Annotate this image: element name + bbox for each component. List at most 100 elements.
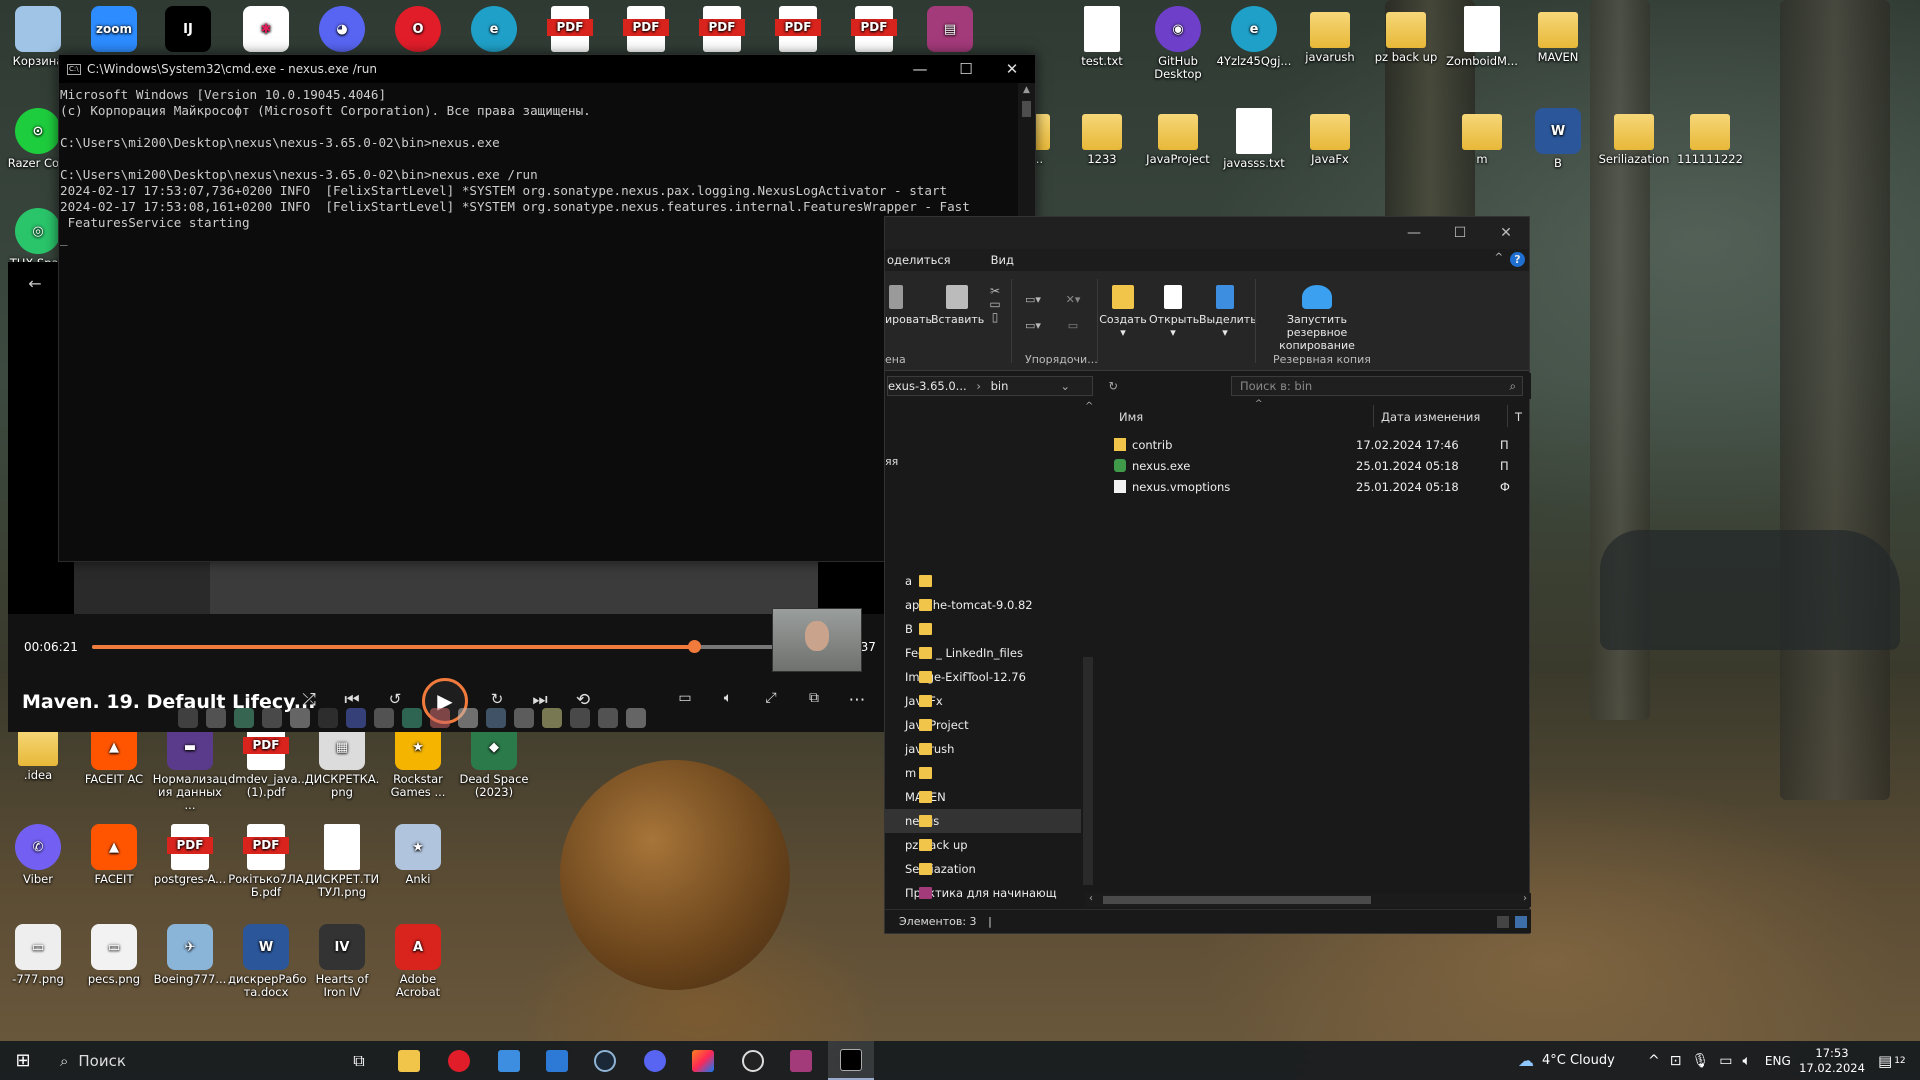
nav-item[interactable]: MAVEN bbox=[885, 785, 1081, 809]
desktop-icon[interactable]: JavaProject bbox=[1140, 104, 1216, 166]
copy-button[interactable]: ировать bbox=[885, 285, 932, 326]
back-arrow-icon[interactable]: ← bbox=[22, 274, 48, 293]
refresh-icon[interactable]: ↻ bbox=[1108, 377, 1118, 395]
desktop-icon[interactable]: A Adobe Acrobat bbox=[380, 920, 456, 999]
desktop-icon[interactable]: test.txt bbox=[1064, 2, 1140, 68]
taskbar-intellij[interactable] bbox=[680, 1041, 726, 1080]
close-icon[interactable]: ✕ bbox=[989, 60, 1035, 78]
close-icon[interactable]: ✕ bbox=[1483, 217, 1529, 249]
desktop-icon[interactable]: ДИСКРЕТ.ТИ ТУЛ.png bbox=[304, 820, 380, 899]
nav-item[interactable]: pz back up bbox=[885, 833, 1081, 857]
nav-item[interactable]: JavaFx bbox=[885, 689, 1081, 713]
fullscreen-icon[interactable]: ⤢ bbox=[758, 690, 784, 706]
scroll-right-icon[interactable]: › bbox=[1523, 893, 1527, 904]
taskbar-explorer[interactable] bbox=[386, 1041, 432, 1080]
help-icon[interactable]: ? bbox=[1510, 252, 1525, 267]
speaker-icon[interactable]: 🔈︎ bbox=[1742, 1053, 1750, 1069]
desktop-icon[interactable]: ▬ Нормализац ия данных ... bbox=[152, 720, 228, 812]
hscroll-thumb[interactable] bbox=[1103, 896, 1371, 904]
file-row[interactable]: nexus.exe 25.01.2024 05:18 П bbox=[1114, 456, 1509, 476]
weather-widget[interactable]: ☁ 4°C Cloudy bbox=[1518, 1041, 1615, 1080]
desktop-icon[interactable]: javarush bbox=[1292, 2, 1368, 64]
desktop-icon[interactable]: Рокітько7ЛА Б.pdf bbox=[228, 820, 304, 899]
paste-button[interactable]: Вставить bbox=[931, 285, 984, 326]
details-view-icon[interactable] bbox=[1497, 916, 1509, 928]
desktop-icon[interactable]: IJ bbox=[150, 2, 226, 55]
nav-item[interactable]: Практика для начинающ bbox=[885, 881, 1081, 905]
more-icon[interactable]: ⋯ bbox=[844, 690, 870, 710]
start-button[interactable]: ⊞ bbox=[0, 1041, 46, 1080]
desktop-icon[interactable]: ◕ bbox=[304, 2, 380, 55]
taskbar-opera[interactable] bbox=[436, 1041, 482, 1080]
delete-icon[interactable]: ✕▾ ▭ bbox=[1055, 293, 1091, 332]
desktop-icon[interactable]: ◉ GitHub Desktop bbox=[1140, 2, 1216, 81]
desktop-icon[interactable]: e bbox=[456, 2, 532, 55]
desktop-icon[interactable] bbox=[608, 2, 684, 55]
desktop-icon[interactable]: ▲ FACEIT bbox=[76, 820, 152, 886]
desktop-icon[interactable]: ▤ bbox=[912, 2, 988, 55]
desktop-icon[interactable]: O bbox=[380, 2, 456, 55]
desktop-icon[interactable]: pz back up bbox=[1368, 2, 1444, 64]
file-row[interactable]: contrib 17.02.2024 17:46 П bbox=[1114, 435, 1509, 455]
seek-handle[interactable] bbox=[688, 640, 702, 653]
search-input[interactable]: Поиск в: bin ⌕ bbox=[1231, 376, 1523, 396]
desktop-icon[interactable]: Seriliazation bbox=[1596, 104, 1672, 166]
scroll-up-icon[interactable]: ▲ bbox=[1018, 85, 1035, 95]
desktop-icon[interactable]: postgres-A... bbox=[152, 820, 228, 886]
desktop-icon[interactable] bbox=[684, 2, 760, 55]
language-indicator[interactable]: ENG bbox=[1765, 1054, 1791, 1068]
desktop-icon[interactable]: IV Hearts of Iron IV bbox=[304, 920, 380, 999]
desktop-icon[interactable]: WдискрерРабо та.docx bbox=[228, 920, 306, 999]
open-button[interactable]: Открыть ▾ bbox=[1149, 285, 1199, 339]
taskbar-search[interactable]: ⌕ Поиск bbox=[48, 1041, 332, 1080]
nav-item[interactable]: javarush bbox=[885, 737, 1081, 761]
task-view-button[interactable]: ⧉ bbox=[336, 1041, 382, 1080]
nav-item[interactable]: nexus bbox=[885, 809, 1081, 833]
desktop-icon[interactable]: m bbox=[1444, 104, 1520, 166]
desktop-icon[interactable]: zoom bbox=[76, 2, 152, 55]
horizontal-scrollbar[interactable]: ‹ › bbox=[1085, 893, 1531, 907]
breadcrumb-bin[interactable]: bin bbox=[991, 379, 1009, 393]
nav-item[interactable]: Seriliazation bbox=[885, 857, 1081, 881]
nav-scroll-up-icon[interactable]: ^ bbox=[1085, 401, 1093, 412]
notifications-button[interactable]: ▤ 12 bbox=[1878, 1041, 1906, 1080]
taskbar-store[interactable] bbox=[486, 1041, 532, 1080]
nav-item[interactable]: apache-tomcat-9.0.82 bbox=[885, 593, 1081, 617]
column-type[interactable]: Т bbox=[1515, 410, 1522, 424]
explorer-titlebar[interactable]: — ☐ ✕ bbox=[885, 217, 1529, 249]
taskbar-media-player[interactable] bbox=[730, 1041, 776, 1080]
nav-item[interactable]: Feed _ LinkedIn_files bbox=[885, 641, 1081, 665]
nav-item-partial[interactable]: яя bbox=[885, 455, 898, 468]
tab-share[interactable]: оделиться bbox=[887, 253, 951, 267]
seek-bar[interactable] bbox=[92, 640, 814, 653]
desktop-icon[interactable]: 1233 bbox=[1064, 104, 1140, 166]
tiles-view-icon[interactable] bbox=[1515, 916, 1527, 928]
cmd-titlebar[interactable]: C:\ C:\Windows\System32\cmd.exe - nexus.… bbox=[59, 55, 1035, 83]
cut-icon[interactable]: ✂ ▭ ▯ bbox=[985, 285, 1005, 324]
wifi-icon[interactable]: ▭ bbox=[1719, 1053, 1732, 1069]
miniplayer-icon[interactable]: ⧉ bbox=[801, 690, 827, 706]
nav-item[interactable]: B bbox=[885, 617, 1081, 641]
scroll-left-icon[interactable]: ‹ bbox=[1089, 893, 1093, 904]
desktop-icon[interactable]: ✈ Boeing777... bbox=[152, 920, 228, 986]
clock[interactable]: 17:53 17.02.2024 bbox=[1796, 1041, 1868, 1080]
column-name[interactable]: Имя bbox=[1119, 410, 1143, 424]
desktop-icon[interactable]: e 4Yzlz45Qgj... bbox=[1216, 2, 1292, 68]
file-explorer-window[interactable]: — ☐ ✕ оделиться Вид ^ ? ировать Вставить… bbox=[884, 216, 1531, 934]
minimize-icon[interactable]: — bbox=[897, 60, 943, 78]
taskbar-cmd[interactable] bbox=[828, 1041, 874, 1080]
desktop-icon[interactable] bbox=[836, 2, 912, 55]
desktop-icon[interactable]: MAVEN bbox=[1520, 2, 1596, 64]
desktop-icon[interactable]: javasss.txt bbox=[1216, 104, 1292, 170]
network-device-icon[interactable]: ⊡ bbox=[1670, 1053, 1682, 1069]
minimize-icon[interactable]: — bbox=[1391, 217, 1437, 249]
taskbar-mail[interactable] bbox=[534, 1041, 580, 1080]
column-date[interactable]: Дата изменения bbox=[1381, 410, 1480, 424]
move-to-icon[interactable]: ▭▾ ▭▾ bbox=[1019, 293, 1047, 332]
taskbar-discord[interactable] bbox=[632, 1041, 678, 1080]
desktop-icon[interactable]: WB bbox=[1520, 104, 1596, 170]
desktop-icon[interactable]: ZomboidM... bbox=[1444, 2, 1520, 68]
maximize-icon[interactable]: ☐ bbox=[1437, 217, 1483, 249]
select-button[interactable]: Выделить ▾ bbox=[1199, 285, 1257, 339]
backup-button[interactable]: Запустить резервное копирование bbox=[1257, 285, 1377, 352]
